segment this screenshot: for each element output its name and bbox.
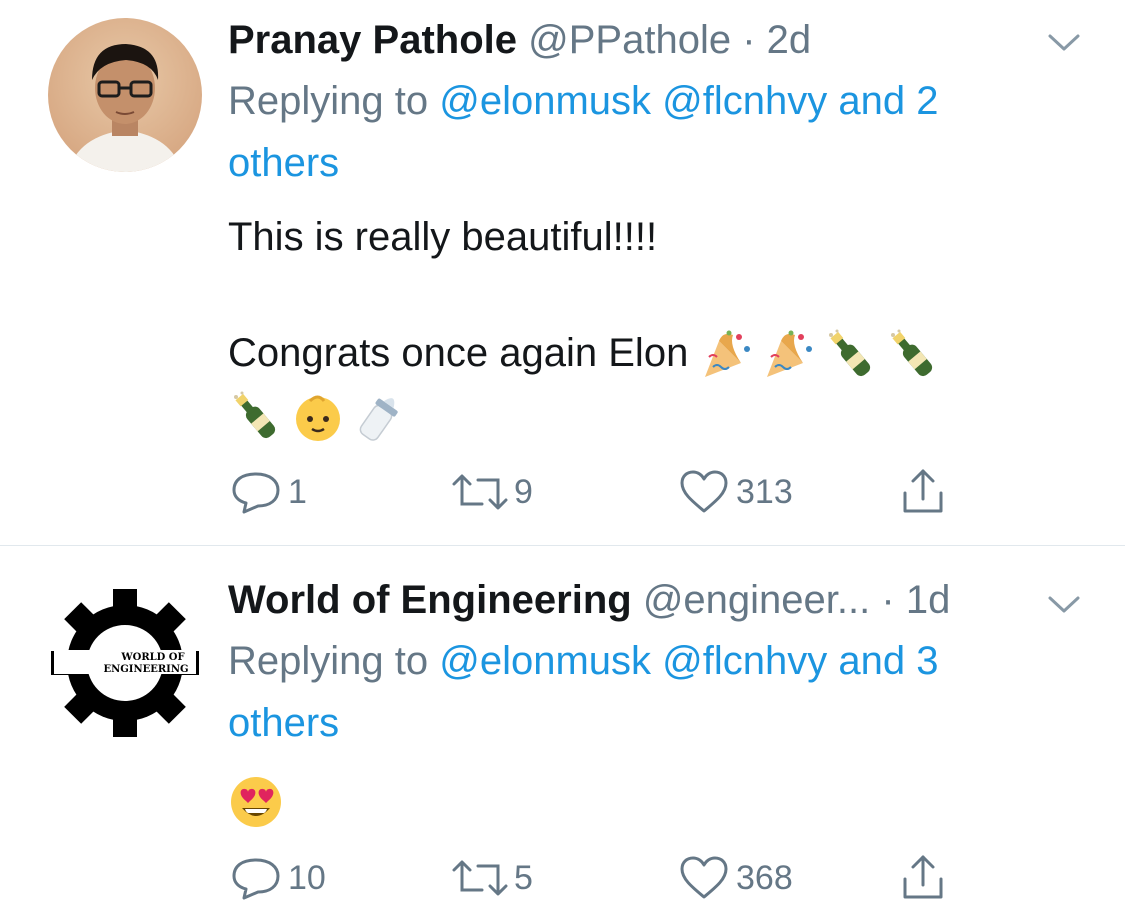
timestamp[interactable]: 2d	[767, 18, 812, 62]
tweet-content: World of Engineering @engineer... · 1d R…	[228, 546, 1080, 921]
like-button[interactable]: 368	[678, 848, 793, 908]
reply-icon	[232, 858, 280, 900]
heart-eyes-emoji	[228, 774, 284, 830]
user-handle[interactable]: @engineer...	[643, 578, 870, 622]
tweet-content: Pranay Pathole @PPathole · 2d Replying t…	[228, 0, 1080, 545]
tweet-header: Pranay Pathole @PPathole · 2d	[228, 14, 811, 66]
party-popper-emoji	[699, 327, 755, 383]
mention-link[interactable]: @elonmusk	[439, 79, 651, 123]
baby-emoji	[290, 389, 346, 445]
tweet-actions: 1 9 313	[228, 462, 988, 522]
like-button[interactable]: 313	[678, 462, 793, 522]
mention-link[interactable]: @elonmusk	[439, 639, 651, 683]
retweet-button[interactable]: 9	[450, 462, 533, 522]
replying-prefix: Replying to	[228, 639, 440, 683]
retweet-icon	[452, 474, 508, 510]
tweet-text-line: Congrats once again Elon	[228, 331, 689, 375]
user-name[interactable]: Pranay Pathole	[228, 18, 517, 62]
avatar[interactable]	[48, 18, 202, 172]
retweet-icon	[452, 860, 508, 896]
avatar-logo-text: ENGINEERING	[103, 664, 188, 675]
tweet-text	[228, 771, 1058, 830]
heart-icon	[680, 856, 728, 899]
like-count: 368	[736, 858, 793, 897]
reply-count: 10	[288, 858, 326, 897]
reply-icon	[232, 472, 280, 514]
retweet-button[interactable]: 5	[450, 848, 533, 908]
user-handle[interactable]: @PPathole	[528, 18, 731, 62]
mention-link[interactable]: @flcnhvy	[662, 639, 827, 683]
share-button[interactable]	[900, 848, 946, 908]
avatar[interactable]: WORLD OF ENGINEERING	[48, 586, 202, 740]
tweet-text-line: This is really beautiful!!!!	[228, 215, 658, 259]
tweet[interactable]: WORLD OF ENGINEERING World of Engineerin…	[0, 546, 1125, 921]
tweet-actions: 10 5 368	[228, 848, 988, 908]
chevron-down-icon[interactable]	[1044, 30, 1084, 56]
separator: ·	[742, 18, 756, 62]
separator: ·	[881, 578, 895, 622]
share-icon	[903, 855, 943, 899]
champagne-emoji	[885, 327, 941, 383]
mention-link[interactable]: @flcnhvy	[662, 79, 827, 123]
champagne-emoji	[823, 327, 879, 383]
replying-prefix: Replying to	[228, 79, 440, 123]
tweet[interactable]: Pranay Pathole @PPathole · 2d Replying t…	[0, 0, 1125, 545]
replying-to: Replying to @elonmusk @flcnhvy and 3 oth…	[228, 630, 1058, 754]
timestamp[interactable]: 1d	[906, 578, 951, 622]
tweet-text: This is really beautiful!!!! Congrats on…	[228, 208, 1058, 445]
champagne-emoji	[228, 389, 284, 445]
share-button[interactable]	[900, 462, 946, 522]
baby-bottle-emoji	[352, 389, 408, 445]
user-name[interactable]: World of Engineering	[228, 578, 632, 622]
reply-button[interactable]: 10	[228, 848, 326, 908]
retweet-count: 9	[514, 472, 533, 511]
chevron-down-icon[interactable]	[1044, 592, 1084, 618]
reply-count: 1	[288, 472, 307, 511]
like-count: 313	[736, 472, 793, 511]
party-popper-emoji	[761, 327, 817, 383]
tweet-header: World of Engineering @engineer... · 1d	[228, 574, 950, 626]
replying-to: Replying to @elonmusk @flcnhvy and 2 oth…	[228, 70, 1058, 194]
heart-icon	[680, 470, 728, 513]
reply-button[interactable]: 1	[228, 462, 307, 522]
share-icon	[903, 469, 943, 513]
retweet-count: 5	[514, 858, 533, 897]
avatar-logo-text: WORLD OF	[120, 652, 184, 663]
